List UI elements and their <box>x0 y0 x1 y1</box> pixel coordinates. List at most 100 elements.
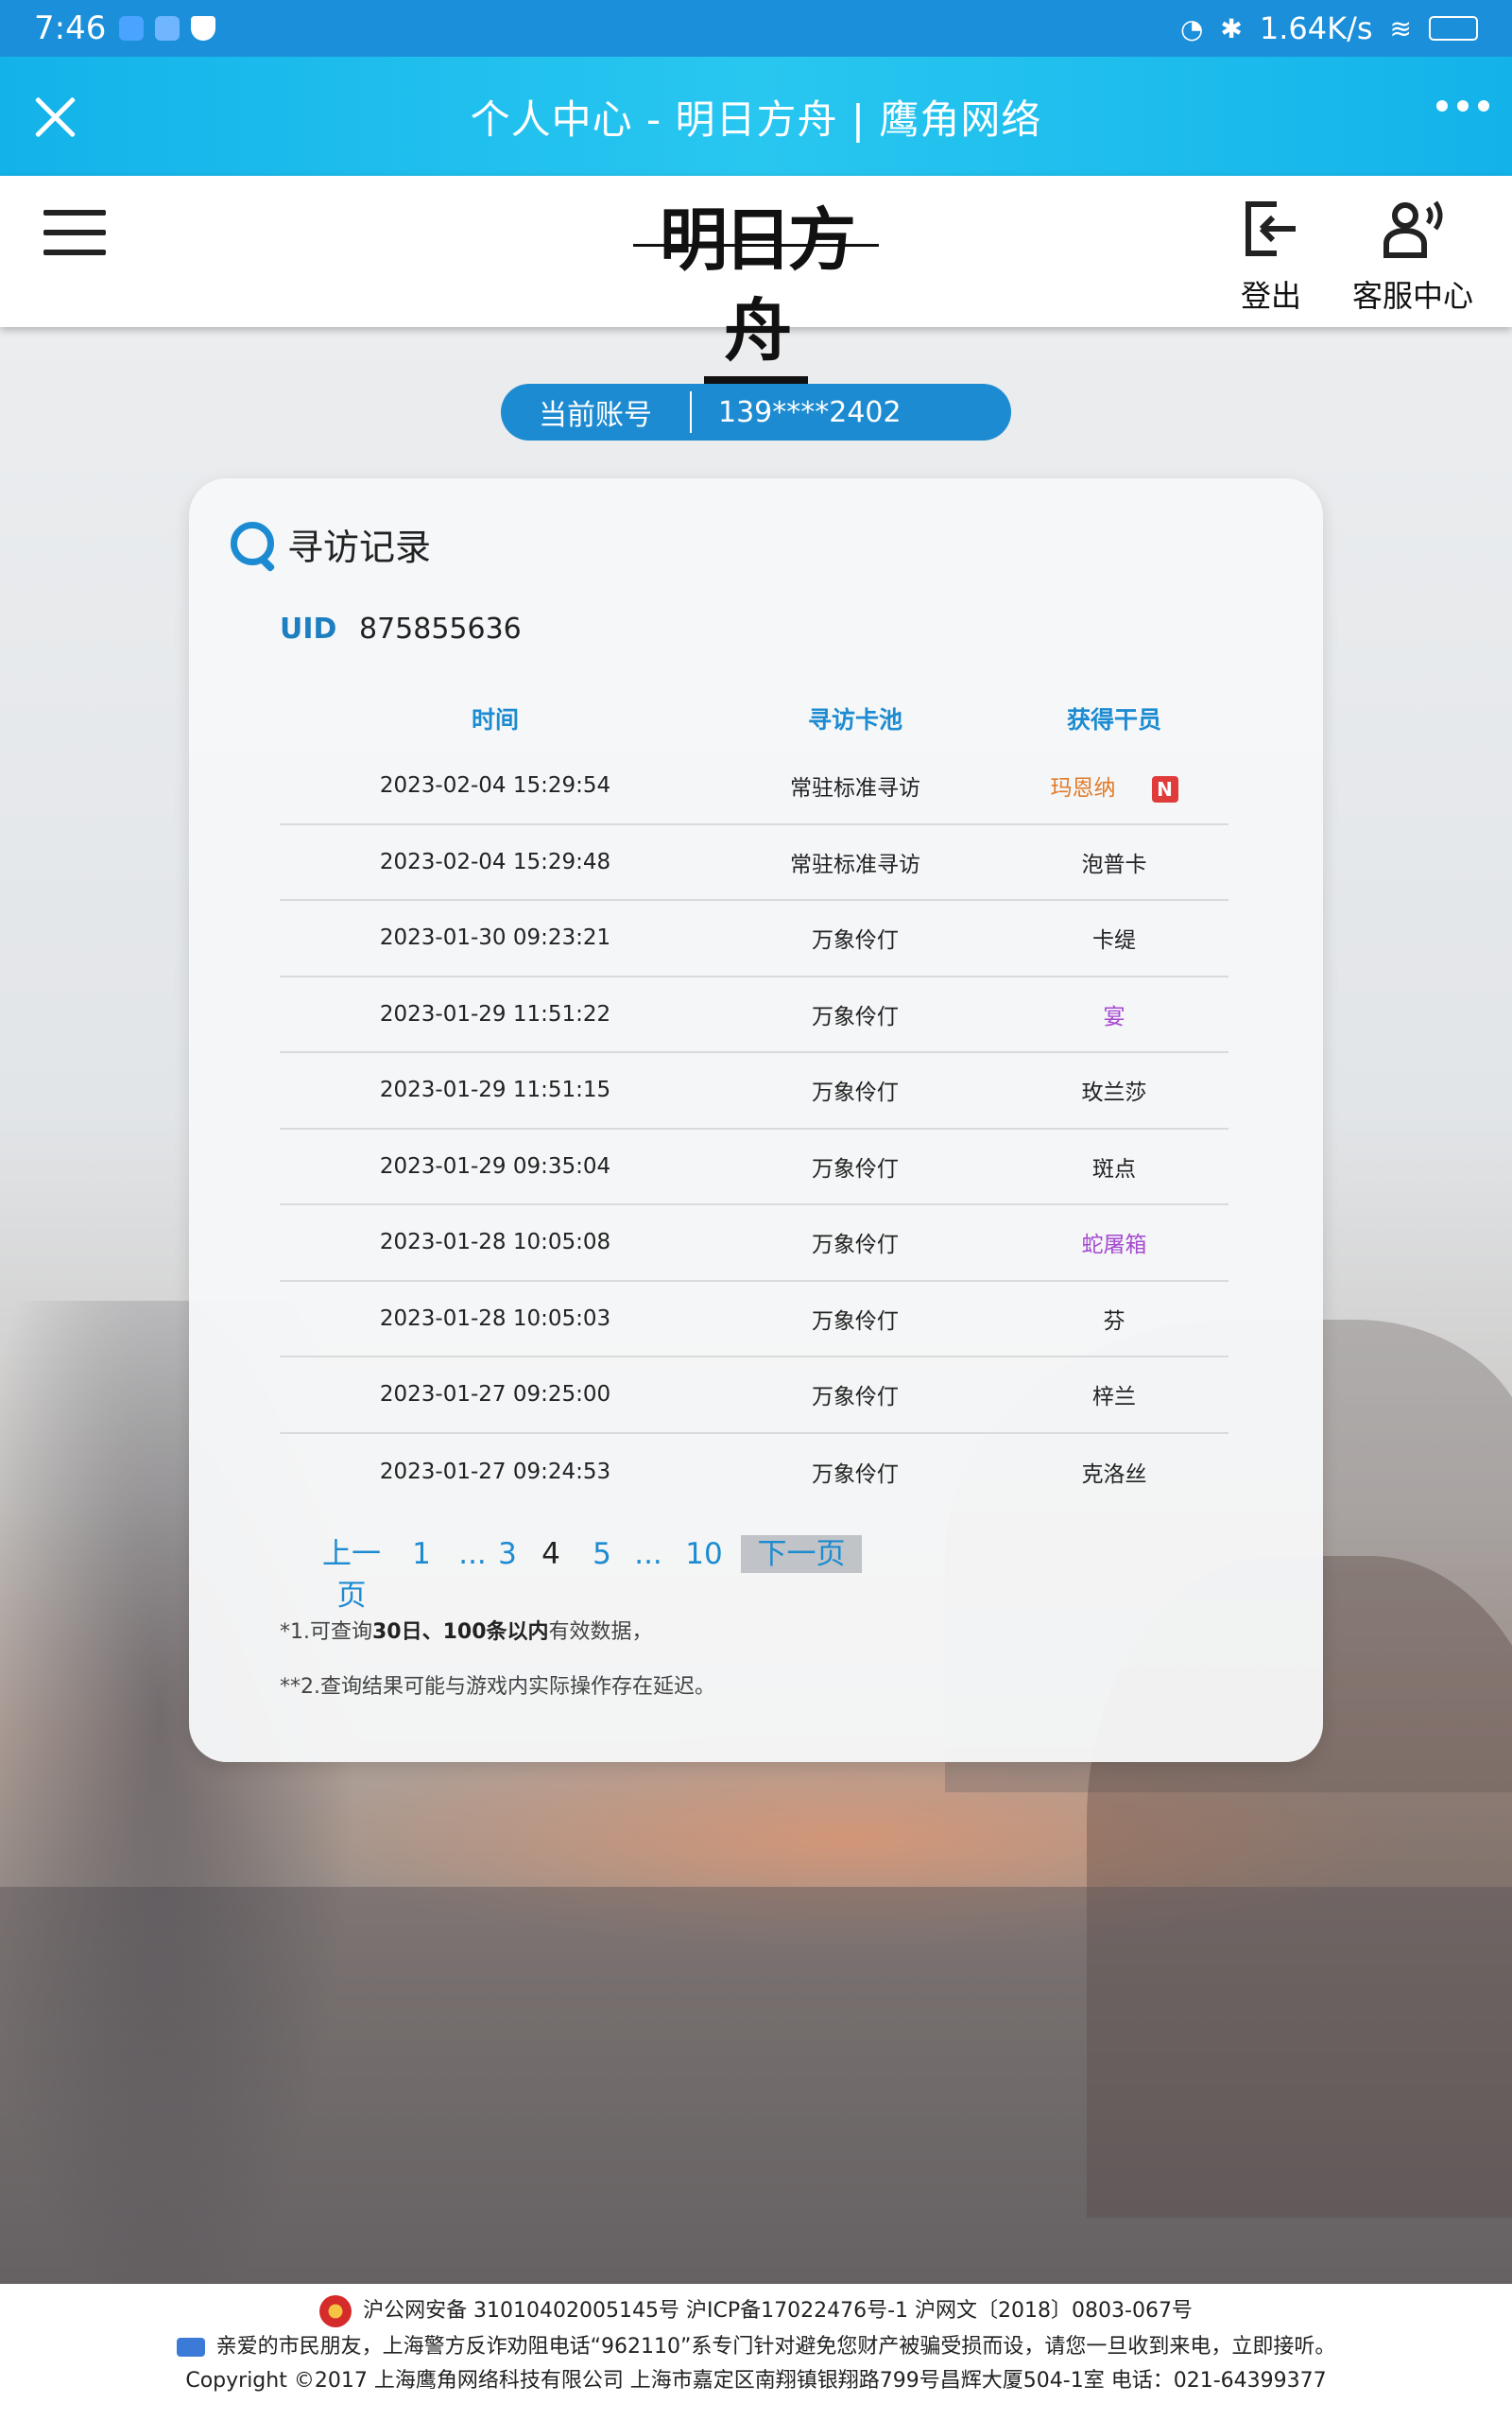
record-time: 2023-01-28 10:05:03 <box>379 1305 611 1331</box>
security-shield-icon <box>191 16 216 41</box>
record-time: 2023-01-28 10:05:08 <box>379 1230 611 1255</box>
battery-level: 97 <box>1441 18 1466 38</box>
search-icon <box>229 520 278 569</box>
column-header-operator: 获得干员 <box>1066 706 1161 734</box>
record-pool: 万象伶仃 <box>812 1004 899 1029</box>
uid-label: UID <box>280 613 337 646</box>
customer-service-label: 客服中心 <box>1351 278 1473 314</box>
current-account-label: 当前账号 <box>539 399 652 432</box>
record-operator: 梓兰 <box>1092 1385 1136 1410</box>
status-time: 7:46 <box>34 9 107 47</box>
site-footer: 沪公网安备 31010402005145号 沪ICP备17022476号-1 沪… <box>0 2284 1512 2420</box>
record-operator: 泡普卡 <box>1081 852 1147 877</box>
record-pool: 万象伶仃 <box>812 1385 899 1410</box>
card-title-text: 寻访记录 <box>287 527 432 568</box>
logout-label: 登出 <box>1240 278 1301 314</box>
police-emblem-icon <box>319 2295 352 2327</box>
uid-row: UID 875855636 <box>280 613 522 646</box>
uid-value: 875855636 <box>358 613 522 646</box>
record-operator-cell: 玫兰莎 <box>1000 1074 1228 1106</box>
note1-bold: 30日、100条以内 <box>372 1620 549 1644</box>
column-header-time: 时间 <box>471 706 519 734</box>
record-pool: 万象伶仃 <box>812 1461 899 1487</box>
more-options-icon[interactable] <box>1436 100 1489 112</box>
record-pool: 万象伶仃 <box>812 1080 899 1106</box>
note1-prefix: *1.可查询 <box>280 1620 372 1644</box>
record-time: 2023-01-30 09:23:21 <box>379 925 611 951</box>
footer-license-line: 沪公网安备 31010402005145号 沪ICP备17022476号-1 沪… <box>0 2293 1512 2327</box>
record-pool: 万象伶仃 <box>812 1308 899 1334</box>
record-time: 2023-01-27 09:25:00 <box>379 1382 611 1408</box>
record-time: 2023-01-29 09:35:04 <box>379 1153 611 1179</box>
site-header: 明日方舟 登出 客服中心 <box>0 176 1512 384</box>
headset-icon <box>1383 199 1443 259</box>
next-page-button[interactable]: 下一页 <box>741 1535 862 1573</box>
logout-icon <box>1241 199 1301 259</box>
record-time: 2023-01-29 11:51:22 <box>379 1001 611 1027</box>
page-10-button[interactable]: 10 <box>680 1533 728 1575</box>
close-icon[interactable] <box>28 91 81 144</box>
record-pool: 常驻标准寻访 <box>790 852 920 877</box>
page-3-button[interactable]: 3 <box>493 1533 522 1575</box>
record-operator: 卡缇 <box>1092 928 1136 954</box>
note1-suffix: 有效数据， <box>548 1620 653 1644</box>
record-time: 2023-01-27 09:24:53 <box>379 1459 611 1484</box>
table-row: 2023-01-27 09:24:53 万象伶仃 克洛丝 <box>280 1434 1228 1511</box>
status-bar: 7:46 ◔ ✱ 1.64K/s ≋ 97 <box>0 0 1512 57</box>
table-row: 2023-01-28 10:05:03 万象伶仃 芬 <box>280 1282 1228 1357</box>
police-badge-icon <box>176 2338 205 2357</box>
battery-icon: 97 <box>1429 16 1478 41</box>
record-time: 2023-02-04 15:29:54 <box>379 773 611 799</box>
record-pool: 万象伶仃 <box>812 928 899 954</box>
page-1-button[interactable]: 1 <box>406 1533 437 1575</box>
record-operator-cell: 梓兰 <box>1000 1378 1228 1410</box>
column-header-pool: 寻访卡池 <box>807 706 902 734</box>
record-pool: 常驻标准寻访 <box>790 776 920 802</box>
table-row: 2023-01-27 09:25:00 万象伶仃 梓兰 <box>280 1357 1228 1434</box>
webview-title-bar: 个人中心 - 明日方舟 | 鹰角网络 <box>0 57 1512 176</box>
record-operator-cell: 蛇屠箱 <box>1000 1226 1228 1258</box>
page-5-button[interactable]: 5 <box>588 1533 616 1575</box>
prev-page-button[interactable]: 上一页 <box>312 1533 391 1616</box>
record-operator: 斑点 <box>1092 1156 1136 1182</box>
wifi-icon: ≋ <box>1389 12 1412 44</box>
table-row: 2023-01-29 11:51:15 万象伶仃 玫兰莎 <box>280 1053 1228 1130</box>
records-table: 时间 寻访卡池 获得干员 2023-02-04 15:29:54 常驻标准寻访 玛恩… <box>280 688 1228 1510</box>
record-operator: 蛇屠箱 <box>1081 1233 1147 1258</box>
record-operator-cell: 玛恩纳 N <box>1000 769 1228 803</box>
table-header: 时间 寻访卡池 获得干员 <box>280 688 1228 749</box>
cloud-app-icon <box>155 16 180 41</box>
menu-icon[interactable] <box>43 210 106 259</box>
table-row: 2023-01-29 11:51:22 万象伶仃 宴 <box>280 977 1228 1053</box>
record-operator-cell: 宴 <box>1000 998 1228 1030</box>
record-operator-cell: 芬 <box>1000 1303 1228 1335</box>
note-query-limit: *1.可查询30日、100条以内有效数据， <box>280 1615 653 1645</box>
arknights-logo[interactable]: 明日方舟 <box>633 195 879 384</box>
record-operator-cell: 卡缇 <box>1000 922 1228 954</box>
page-ellipsis-left: ... <box>458 1537 487 1571</box>
table-row: 2023-02-04 15:29:48 常驻标准寻访 泡普卡 <box>280 825 1228 901</box>
record-operator-cell: 斑点 <box>1000 1150 1228 1183</box>
record-operator: 芬 <box>1103 1308 1125 1334</box>
record-operator: 克洛丝 <box>1081 1461 1147 1487</box>
new-badge: N <box>1151 775 1178 803</box>
record-operator-cell: 泡普卡 <box>1000 846 1228 878</box>
record-time: 2023-01-29 11:51:15 <box>379 1078 611 1103</box>
record-operator: 玫兰莎 <box>1081 1080 1147 1106</box>
current-account-pill: 当前账号 139****2402 <box>501 384 1011 441</box>
pagination: 上一页 1 ... 3 4 5 ... 10 下一页 <box>280 1533 1228 1613</box>
shield-app-icon <box>119 16 145 41</box>
network-speed: 1.64K/s <box>1259 10 1373 46</box>
page-title: 个人中心 - 明日方舟 | 鹰角网络 <box>470 95 1042 143</box>
logout-button[interactable]: 登出 <box>1228 199 1314 316</box>
footer-antifraud-text: 亲爱的市民朋友，上海警方反诈劝阻电话“962110”系专门针对避免您财产被骗受损… <box>215 2335 1336 2359</box>
table-row: 2023-02-04 15:29:54 常驻标准寻访 玛恩纳 N <box>280 749 1228 825</box>
current-account-value: 139****2402 <box>718 395 902 429</box>
table-row: 2023-01-30 09:23:21 万象伶仃 卡缇 <box>280 901 1228 977</box>
speed-meter-icon: ◔ <box>1179 12 1204 44</box>
record-pool: 万象伶仃 <box>812 1156 899 1182</box>
customer-service-button[interactable]: 客服中心 <box>1342 199 1484 316</box>
footer-license-text: 沪公网安备 31010402005145号 沪ICP备17022476号-1 沪… <box>363 2299 1193 2323</box>
bluetooth-icon: ✱ <box>1220 12 1243 44</box>
record-operator-cell: 克洛丝 <box>1000 1456 1228 1488</box>
